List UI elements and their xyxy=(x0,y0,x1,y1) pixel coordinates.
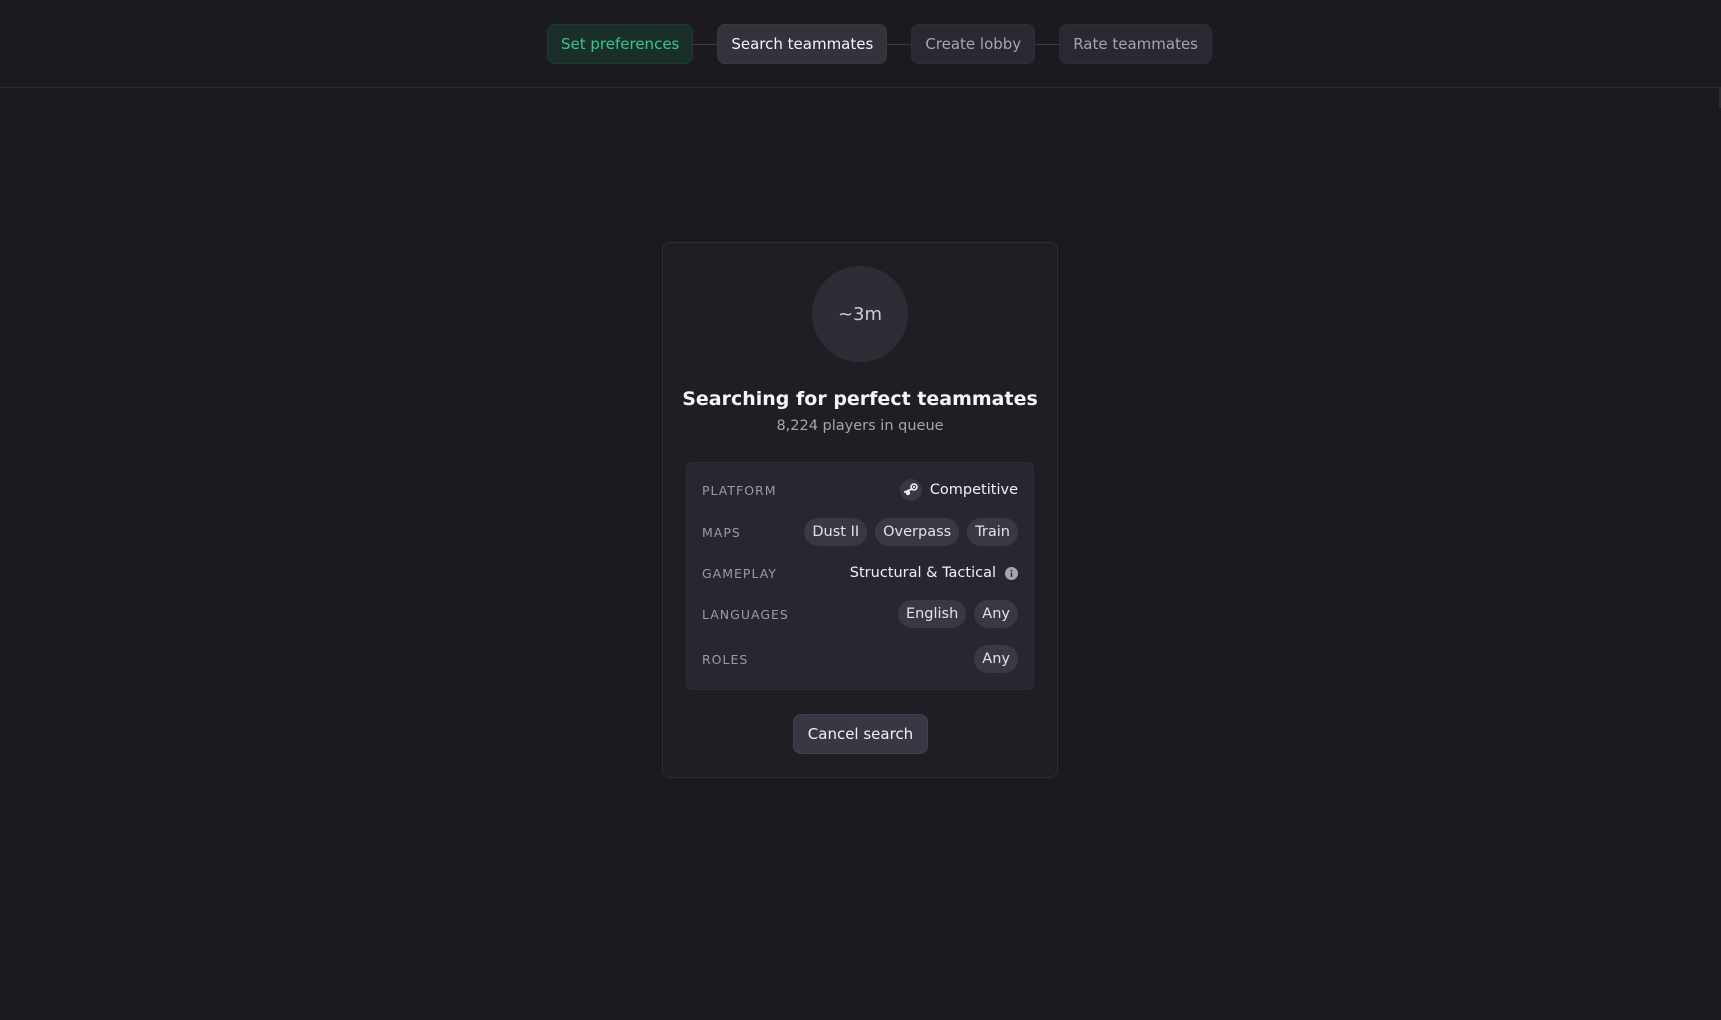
step-search-teammates[interactable]: Search teammates xyxy=(717,24,888,64)
step-set-preferences[interactable]: Set preferences xyxy=(547,24,694,64)
progress-stepper: Set preferences Search teammates Create … xyxy=(547,24,1212,64)
pref-value-maps: Dust II Overpass Train xyxy=(804,518,1018,546)
pref-row-languages: LANGUAGES English Any xyxy=(702,600,1018,628)
cancel-search-button[interactable]: Cancel search xyxy=(793,714,928,754)
pref-label-platform: PLATFORM xyxy=(702,482,777,498)
pref-row-gameplay: GAMEPLAY Structural & Tactical xyxy=(702,559,1018,587)
role-chip-any: Any xyxy=(974,645,1018,673)
platform-mode: Competitive xyxy=(929,482,1018,498)
pref-label-gameplay: GAMEPLAY xyxy=(702,565,777,581)
step-connector xyxy=(887,43,912,45)
preferences-summary: PLATFORM Competitive MAPS Dust II Overpa… xyxy=(686,462,1034,690)
step-rate-teammates[interactable]: Rate teammates xyxy=(1059,24,1212,64)
search-card: ~3m Searching for perfect teammates 8,22… xyxy=(662,242,1058,778)
info-icon[interactable] xyxy=(1004,566,1018,580)
step-connector xyxy=(1035,43,1060,45)
step-create-lobby[interactable]: Create lobby xyxy=(911,24,1036,64)
map-chip-train: Train xyxy=(967,518,1018,546)
pref-row-roles: ROLES Any xyxy=(702,645,1018,673)
pref-value-languages: English Any xyxy=(897,600,1018,628)
pref-label-languages: LANGUAGES xyxy=(702,606,789,622)
pref-row-maps: MAPS Dust II Overpass Train xyxy=(702,518,1018,546)
queue-count: 8,224 players in queue xyxy=(776,418,944,434)
pref-value-roles: Any xyxy=(974,645,1018,673)
top-bar: Set preferences Search teammates Create … xyxy=(0,0,1721,88)
step-connector xyxy=(693,43,718,45)
map-chip-dust-ii: Dust II xyxy=(804,518,868,546)
pref-label-maps: MAPS xyxy=(702,524,741,540)
pref-value-platform: Competitive xyxy=(899,479,1018,501)
language-chip-english: English xyxy=(897,600,967,628)
steam-icon xyxy=(899,479,922,501)
pref-value-gameplay: Structural & Tactical xyxy=(850,565,1018,581)
language-chip-any: Any xyxy=(974,600,1018,628)
search-timer: ~3m xyxy=(812,266,908,362)
search-title: Searching for perfect teammates xyxy=(682,388,1038,410)
pref-row-platform: PLATFORM Competitive xyxy=(702,476,1018,504)
map-chip-overpass: Overpass xyxy=(875,518,960,546)
pref-label-roles: ROLES xyxy=(702,651,749,667)
gameplay-style: Structural & Tactical xyxy=(849,565,996,581)
